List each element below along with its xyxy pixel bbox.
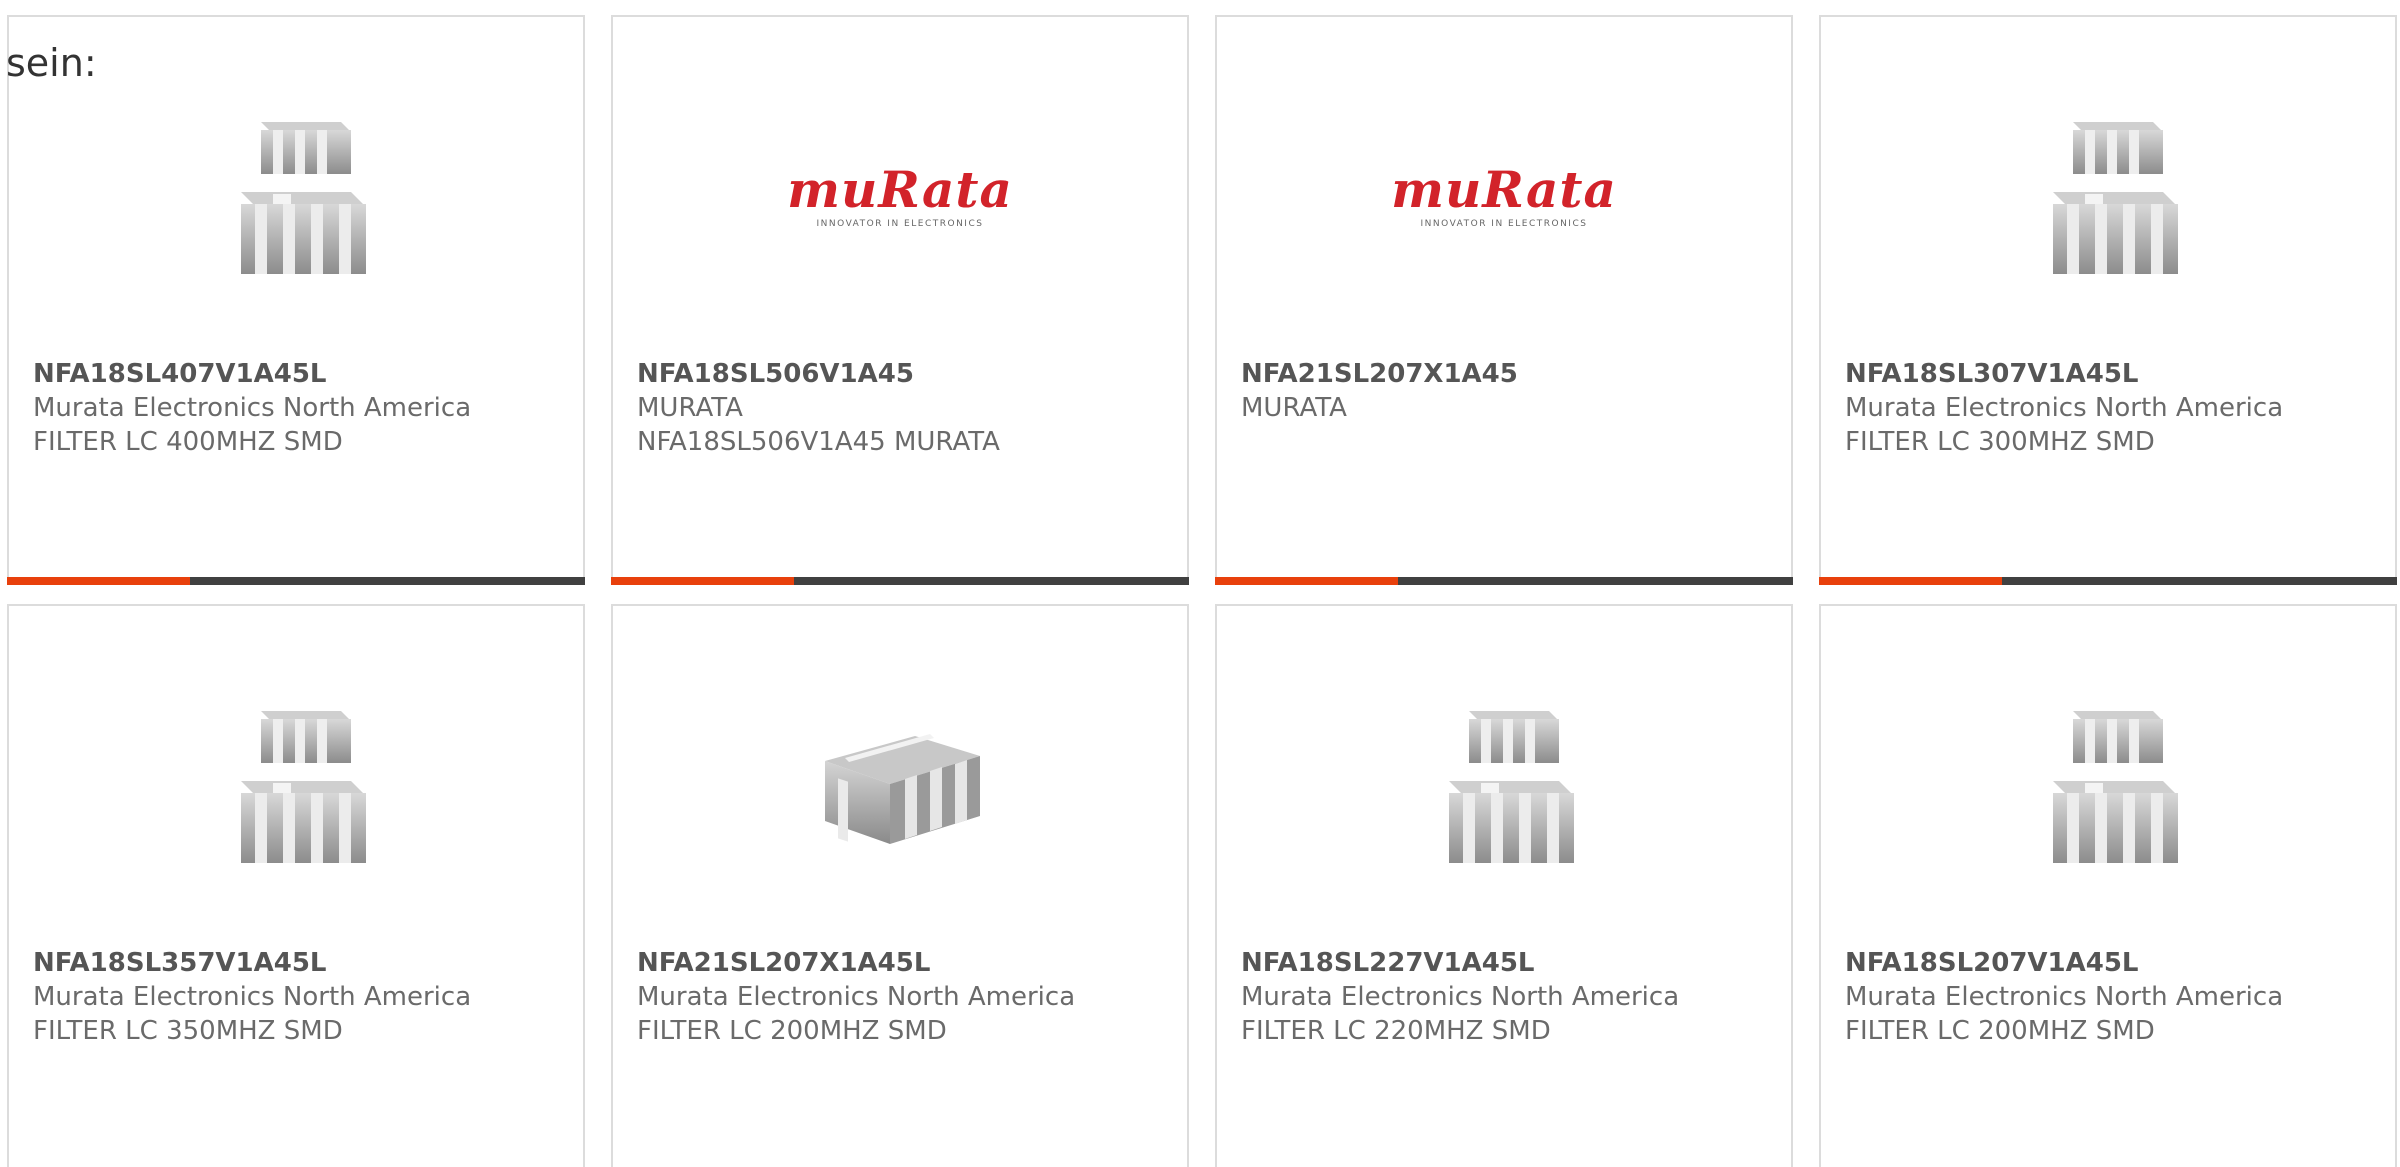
product-info: NFA18SL207V1A45L Murata Electronics Nort… <box>1845 946 2375 1048</box>
card-bar-accent <box>611 577 794 585</box>
part-number[interactable]: NFA18SL407V1A45L <box>33 357 563 391</box>
product-card[interactable]: NFA21SL207X1A45L Murata Electronics Nort… <box>611 604 1189 1167</box>
description: FILTER LC 300MHZ SMD <box>1845 427 2155 457</box>
product-card[interactable]: NFA18SL357V1A45L Murata Electronics Nort… <box>7 604 585 1167</box>
product-info: NFA18SL506V1A45 MURATA NFA18SL506V1A45 M… <box>637 357 1167 459</box>
product-image[interactable] <box>613 676 1187 896</box>
murata-logo: muRata INNOVATOR IN ELECTRONICS <box>787 160 1013 230</box>
product-card[interactable]: NFA18SL227V1A45L Murata Electronics Nort… <box>1215 604 1793 1167</box>
card-bar-accent <box>7 577 190 585</box>
murata-logo-word: muRata <box>1391 160 1617 219</box>
product-image[interactable] <box>1217 676 1791 896</box>
manufacturer: Murata Electronics North America <box>637 982 1076 1012</box>
card-bar <box>611 577 1189 585</box>
manufacturer: Murata Electronics North America <box>1241 982 1680 1012</box>
product-image[interactable] <box>9 676 583 896</box>
manufacturer: Murata Electronics North America <box>1845 393 2284 423</box>
product-image[interactable]: muRata INNOVATOR IN ELECTRONICS <box>1217 87 1791 307</box>
stacked-chip-icon <box>241 711 366 863</box>
product-image[interactable] <box>1821 87 2395 307</box>
product-card[interactable]: NFA18SL407V1A45L Murata Electronics Nort… <box>7 15 585 585</box>
product-grid: sein: NFA18SL407V1A45L Murata Electronic… <box>0 0 2400 1167</box>
stacked-chip-icon <box>2053 122 2178 274</box>
description: FILTER LC 400MHZ SMD <box>33 427 343 457</box>
part-number[interactable]: NFA21SL207X1A45L <box>637 946 1167 980</box>
stacked-chip-icon <box>2053 711 2178 863</box>
murata-logo-word: muRata <box>787 160 1013 219</box>
product-image[interactable] <box>9 87 583 307</box>
product-card[interactable]: NFA18SL207V1A45L Murata Electronics Nort… <box>1819 604 2397 1167</box>
part-number[interactable]: NFA18SL357V1A45L <box>33 946 563 980</box>
product-info: NFA18SL307V1A45L Murata Electronics Nort… <box>1845 357 2375 459</box>
manufacturer: MURATA <box>637 393 743 423</box>
product-card[interactable]: NFA18SL307V1A45L Murata Electronics Nort… <box>1819 15 2397 585</box>
card-bar <box>1819 577 2397 585</box>
description: NFA18SL506V1A45 MURATA <box>637 427 1000 457</box>
stacked-chip-icon <box>1449 711 1574 863</box>
single-chip-icon <box>825 734 980 844</box>
product-image[interactable] <box>1821 676 2395 896</box>
product-info: NFA21SL207X1A45 MURATA <box>1241 357 1771 425</box>
card-bar <box>7 577 585 585</box>
product-info: NFA18SL227V1A45L Murata Electronics Nort… <box>1241 946 1771 1048</box>
manufacturer: MURATA <box>1241 393 1347 423</box>
manufacturer: Murata Electronics North America <box>33 393 472 423</box>
product-info: NFA18SL357V1A45L Murata Electronics Nort… <box>33 946 563 1048</box>
card-bar-accent <box>1819 577 2002 585</box>
product-card[interactable]: muRata INNOVATOR IN ELECTRONICS NFA18SL5… <box>611 15 1189 585</box>
murata-logo-tagline: INNOVATOR IN ELECTRONICS <box>816 219 984 229</box>
manufacturer: Murata Electronics North America <box>1845 982 2284 1012</box>
stacked-chip-icon <box>241 122 366 274</box>
murata-logo-tagline: INNOVATOR IN ELECTRONICS <box>1420 219 1588 229</box>
card-bar-accent <box>1215 577 1398 585</box>
part-number[interactable]: NFA21SL207X1A45 <box>1241 357 1771 391</box>
product-image[interactable]: muRata INNOVATOR IN ELECTRONICS <box>613 87 1187 307</box>
product-info: NFA18SL407V1A45L Murata Electronics Nort… <box>33 357 563 459</box>
intro-text: sein: <box>6 41 97 85</box>
murata-logo: muRata INNOVATOR IN ELECTRONICS <box>1391 160 1617 230</box>
manufacturer: Murata Electronics North America <box>33 982 472 1012</box>
part-number[interactable]: NFA18SL307V1A45L <box>1845 357 2375 391</box>
description: FILTER LC 220MHZ SMD <box>1241 1016 1551 1046</box>
card-bar <box>1215 577 1793 585</box>
description: FILTER LC 200MHZ SMD <box>637 1016 947 1046</box>
part-number[interactable]: NFA18SL227V1A45L <box>1241 946 1771 980</box>
part-number[interactable]: NFA18SL506V1A45 <box>637 357 1167 391</box>
description: FILTER LC 350MHZ SMD <box>33 1016 343 1046</box>
part-number[interactable]: NFA18SL207V1A45L <box>1845 946 2375 980</box>
description: FILTER LC 200MHZ SMD <box>1845 1016 2155 1046</box>
product-info: NFA21SL207X1A45L Murata Electronics Nort… <box>637 946 1167 1048</box>
product-card[interactable]: muRata INNOVATOR IN ELECTRONICS NFA21SL2… <box>1215 15 1793 585</box>
